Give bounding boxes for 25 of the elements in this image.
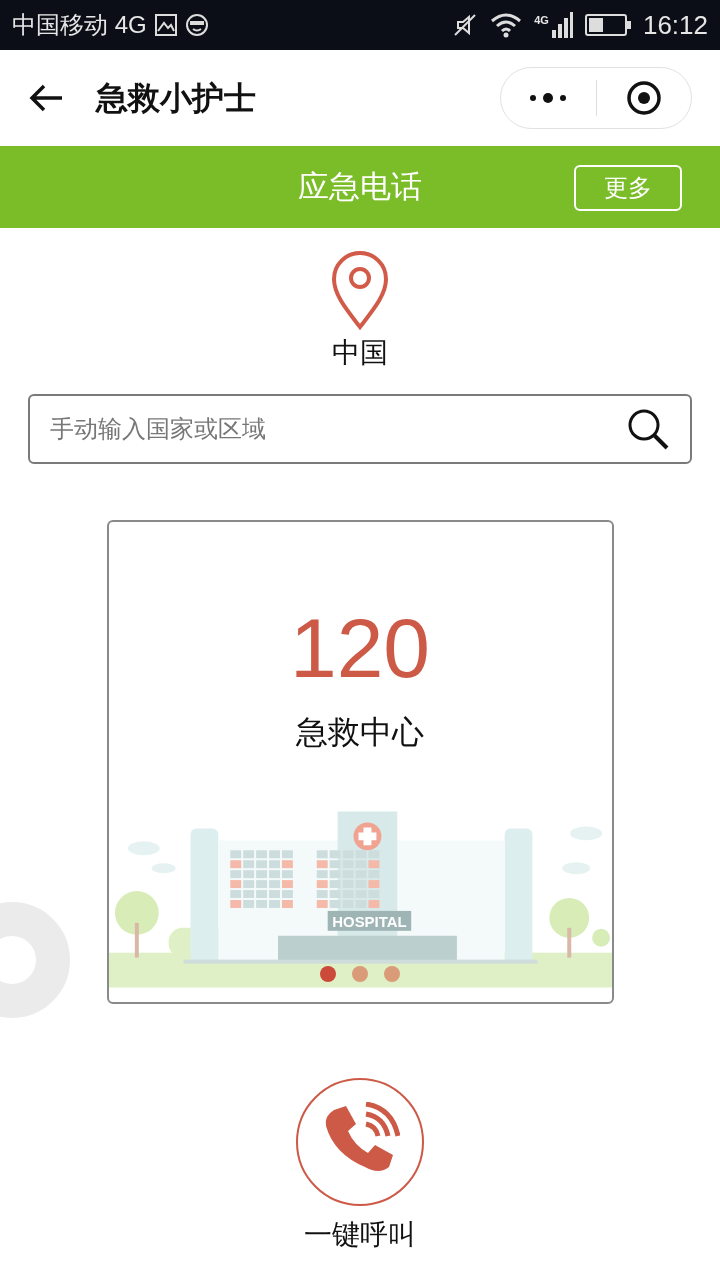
carrier-label: 中国移动 4G: [12, 10, 147, 40]
face-icon: [184, 13, 209, 37]
network-label: 4G: [534, 13, 549, 28]
header-title: 应急电话: [298, 167, 422, 206]
emergency-number: 120: [289, 606, 431, 690]
clock-time: 16:12: [642, 8, 708, 42]
search-icon[interactable]: [626, 407, 670, 451]
image-icon: [154, 14, 177, 36]
emergency-card[interactable]: 120 急救中心 HOSPITAL: [106, 520, 614, 1004]
dots-icon: [528, 93, 569, 103]
emergency-label: 急救中心: [296, 713, 424, 752]
search-input[interactable]: 手动输入国家或区域: [50, 411, 626, 447]
signal-icon: [550, 12, 573, 38]
hospital-illustration: HOSPITAL: [108, 808, 612, 988]
page-title: 急救小护士: [96, 79, 256, 118]
wifi-icon: [490, 12, 523, 38]
call-button[interactable]: [296, 1078, 424, 1206]
location-name: 中国: [332, 336, 388, 370]
location-pin-icon: [331, 250, 389, 330]
mute-icon: [452, 12, 479, 38]
target-icon: [625, 80, 662, 116]
battery-icon: [584, 13, 631, 37]
search-field[interactable]: 手动输入国家或区域: [28, 394, 692, 464]
call-label: 一键呼叫: [304, 1218, 416, 1252]
back-arrow-icon[interactable]: [28, 83, 64, 113]
